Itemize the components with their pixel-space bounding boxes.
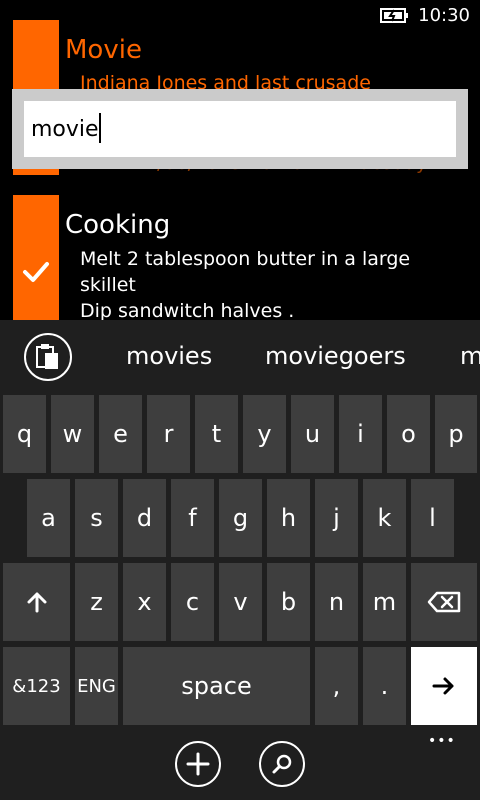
search-input[interactable]	[24, 101, 456, 157]
key-h[interactable]: h	[267, 479, 310, 557]
symbols-key[interactable]: &123	[3, 647, 70, 725]
key-n[interactable]: n	[315, 563, 358, 641]
key-y[interactable]: y	[243, 395, 286, 473]
key-m[interactable]: m	[363, 563, 406, 641]
key-j[interactable]: j	[315, 479, 358, 557]
period-key[interactable]: .	[363, 647, 406, 725]
note-title[interactable]: Movie	[65, 35, 142, 65]
key-i[interactable]: i	[339, 395, 382, 473]
note-title[interactable]: Cooking	[65, 210, 170, 240]
language-key[interactable]: ENG	[75, 647, 118, 725]
key-a[interactable]: a	[27, 479, 70, 557]
backspace-icon	[427, 591, 461, 613]
note-line: skillet	[80, 274, 136, 296]
more-options-button[interactable]: •••	[428, 733, 456, 749]
suggestion-item[interactable]: movies	[126, 342, 212, 370]
key-v[interactable]: v	[219, 563, 262, 641]
battery-icon	[380, 8, 408, 23]
search-icon	[272, 754, 292, 774]
search-button[interactable]	[259, 741, 305, 787]
suggestion-item[interactable]: moviegoers	[265, 342, 406, 370]
plus-icon	[186, 752, 210, 776]
enter-arrow-icon	[432, 677, 454, 695]
space-key[interactable]: space	[123, 647, 310, 725]
checkmark-icon	[23, 262, 49, 282]
key-x[interactable]: x	[123, 563, 166, 641]
key-q[interactable]: q	[3, 395, 46, 473]
add-button[interactable]	[175, 741, 221, 787]
shift-arrow-icon	[27, 592, 46, 613]
key-k[interactable]: k	[363, 479, 406, 557]
key-r[interactable]: r	[147, 395, 190, 473]
key-w[interactable]: w	[51, 395, 94, 473]
clipboard-icon	[36, 344, 58, 369]
status-time: 10:30	[418, 5, 470, 26]
suggestion-item[interactable]: m	[460, 342, 480, 370]
key-z[interactable]: z	[75, 563, 118, 641]
key-f[interactable]: f	[171, 479, 214, 557]
note-line: Melt 2 tablespoon butter in a large	[80, 248, 411, 270]
key-g[interactable]: g	[219, 479, 262, 557]
key-d[interactable]: d	[123, 479, 166, 557]
key-u[interactable]: u	[291, 395, 334, 473]
comma-key[interactable]: ,	[315, 647, 358, 725]
on-screen-keyboard	[0, 320, 480, 800]
enter-key[interactable]	[411, 647, 477, 725]
key-o[interactable]: o	[387, 395, 430, 473]
clipboard-button[interactable]	[24, 333, 72, 381]
key-c[interactable]: c	[171, 563, 214, 641]
shift-key[interactable]	[3, 563, 70, 641]
key-l[interactable]: l	[411, 479, 454, 557]
key-b[interactable]: b	[267, 563, 310, 641]
key-p[interactable]: p	[435, 395, 477, 473]
text-caret	[99, 113, 101, 143]
backspace-key[interactable]	[411, 563, 477, 641]
key-e[interactable]: e	[99, 395, 142, 473]
key-s[interactable]: s	[75, 479, 118, 557]
note-color-bar[interactable]	[13, 195, 59, 320]
key-t[interactable]: t	[195, 395, 238, 473]
